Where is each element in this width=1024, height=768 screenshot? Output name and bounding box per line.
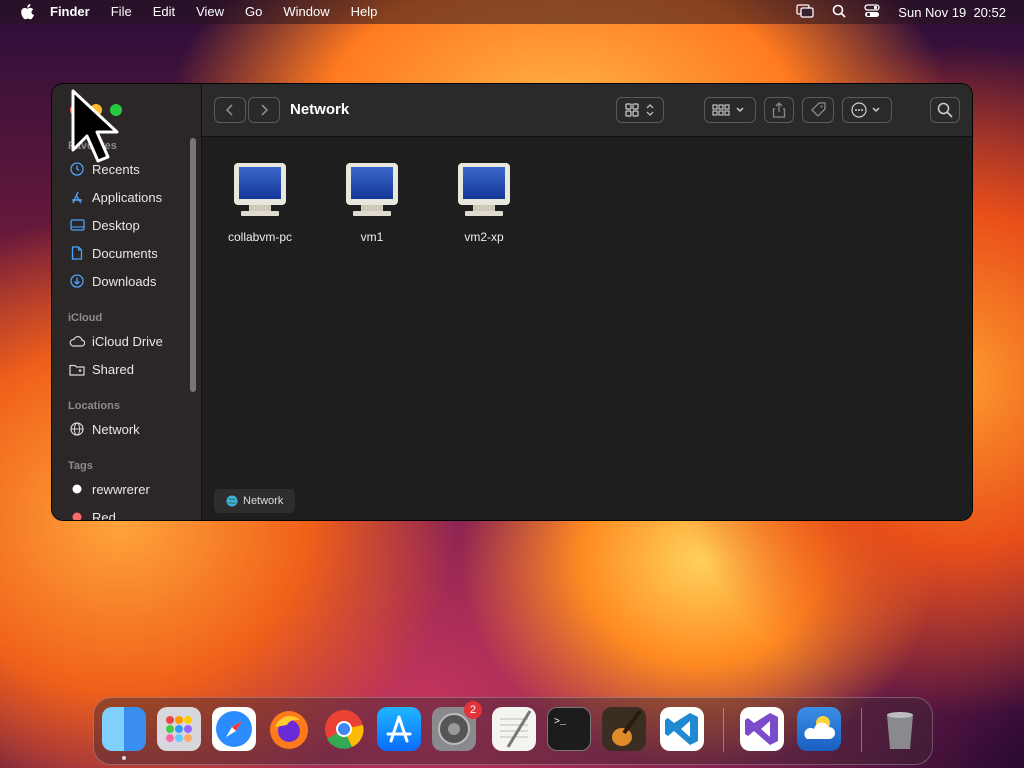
locations-header: Locations xyxy=(68,400,120,412)
sidebar-item-label: Desktop xyxy=(92,217,140,233)
menu-edit[interactable]: Edit xyxy=(153,0,175,24)
running-indicator xyxy=(122,756,126,760)
share-button[interactable] xyxy=(764,97,794,123)
notification-badge: 2 xyxy=(464,701,482,719)
view-mode-button[interactable] xyxy=(616,97,664,123)
globe-icon xyxy=(226,495,238,507)
sidebar-item-label: rewwrerer xyxy=(92,481,150,497)
sidebar-item-desktop[interactable]: Desktop xyxy=(68,214,140,236)
menu-help[interactable]: Help xyxy=(351,0,378,24)
sidebar-item-label: Applications xyxy=(92,189,163,205)
tag-button[interactable] xyxy=(802,97,834,123)
tag-icon xyxy=(811,102,826,117)
menu-view[interactable]: View xyxy=(196,0,224,24)
ellipsis-circle-icon xyxy=(851,102,880,118)
menu-file[interactable]: File xyxy=(111,0,132,24)
menu-app-name[interactable]: Finder xyxy=(50,0,90,24)
svg-text:>_: >_ xyxy=(554,717,567,728)
control-center-icon[interactable] xyxy=(864,3,880,21)
apple-menu-icon[interactable] xyxy=(20,4,36,20)
sidebar-item-icloud-drive[interactable]: iCloud Drive xyxy=(68,330,163,352)
dock-launchpad-icon[interactable] xyxy=(157,707,201,751)
document-icon xyxy=(68,245,86,261)
sidebar-item-label: Red xyxy=(92,509,116,521)
cloud-icon xyxy=(68,333,86,349)
forward-button[interactable] xyxy=(248,97,280,123)
sidebar-item-downloads[interactable]: Downloads xyxy=(68,270,156,292)
sidebar-scrollbar[interactable] xyxy=(190,138,196,392)
tag-dot-icon xyxy=(68,509,86,520)
sidebar-item-tag-red[interactable]: Red xyxy=(68,506,116,520)
globe-icon xyxy=(68,421,86,437)
share-icon xyxy=(772,102,786,118)
search-icon xyxy=(937,102,953,118)
search-button[interactable] xyxy=(930,97,960,123)
sidebar-item-label: Network xyxy=(92,421,140,437)
icloud-header: iCloud xyxy=(68,312,103,324)
sidebar-item-label: Downloads xyxy=(92,273,157,289)
desktop-icon xyxy=(68,217,86,233)
dock-firefox-icon[interactable] xyxy=(267,707,311,751)
computer-icon xyxy=(458,163,510,216)
download-icon xyxy=(68,273,86,289)
shared-folder-icon xyxy=(68,361,86,377)
dock-chrome-icon[interactable] xyxy=(322,707,366,751)
dock-trash-icon[interactable] xyxy=(878,707,922,751)
menu-go[interactable]: Go xyxy=(245,0,262,24)
dock-terminal-icon[interactable]: >_ xyxy=(547,707,591,751)
menu-window[interactable]: Window xyxy=(283,0,329,24)
file-item-vm1[interactable]: vm1 xyxy=(322,161,422,244)
sidebar-item-documents[interactable]: Documents xyxy=(68,242,158,264)
dock-safari-icon[interactable] xyxy=(212,707,256,751)
computer-icon xyxy=(234,163,286,216)
dock-vscode-icon[interactable] xyxy=(660,707,704,751)
sidebar-item-tag-rewwrerer[interactable]: rewwrerer xyxy=(68,478,150,500)
finder-window: Favorites Recents Applications Desktop D… xyxy=(52,84,972,520)
dock-separator xyxy=(723,708,724,752)
dock-weather-icon[interactable] xyxy=(797,707,841,751)
path-bar[interactable]: Network xyxy=(214,489,296,513)
mouse-cursor-icon xyxy=(70,88,122,171)
sidebar-item-label: iCloud Drive xyxy=(92,333,163,349)
menu-bar: Finder File Edit View Go Window Help Sun… xyxy=(0,0,1024,24)
dock-system-settings-icon[interactable]: 2 xyxy=(432,701,482,751)
dock-garageband-icon[interactable] xyxy=(602,707,646,751)
chevron-left-icon xyxy=(225,104,233,116)
icon-view-icon xyxy=(625,103,654,117)
dock-app-store-icon[interactable] xyxy=(377,707,421,751)
sidebar-item-applications[interactable]: Applications xyxy=(68,186,162,208)
file-name: vm1 xyxy=(360,230,384,244)
more-actions-button[interactable] xyxy=(842,97,892,123)
window-title: Network xyxy=(290,101,350,118)
tag-dot-icon xyxy=(68,481,86,497)
file-name: collabvm-pc xyxy=(227,230,293,244)
toolbar: Network xyxy=(202,84,972,137)
dock-finder-icon[interactable] xyxy=(102,707,146,751)
dock-textedit-icon[interactable] xyxy=(492,707,536,751)
sidebar-item-shared[interactable]: Shared xyxy=(68,358,134,380)
file-browser: collabvm-pc vm1 vm2-xp Network xyxy=(202,137,972,520)
search-icon[interactable] xyxy=(832,4,846,21)
path-bar-label: Network xyxy=(243,495,284,507)
chevron-right-icon xyxy=(261,104,269,116)
sidebar-item-network[interactable]: Network xyxy=(68,418,140,440)
clock-datetime[interactable]: Sun Nov 19 20:52 xyxy=(898,5,1006,20)
tags-header: Tags xyxy=(68,460,93,472)
dock-visual-studio-icon[interactable] xyxy=(740,707,784,751)
file-item-collabvm-pc[interactable]: collabvm-pc xyxy=(210,161,310,244)
dock-separator xyxy=(861,708,862,752)
sidebar-item-label: Documents xyxy=(92,245,158,261)
sidebar-item-label: Shared xyxy=(92,361,134,377)
file-item-vm2-xp[interactable]: vm2-xp xyxy=(434,161,534,244)
group-button[interactable] xyxy=(704,97,756,123)
computer-icon xyxy=(346,163,398,216)
grid-group-icon xyxy=(712,104,744,116)
screen-mirroring-icon[interactable] xyxy=(796,3,814,21)
dock: 2 >_ xyxy=(93,697,933,765)
back-button[interactable] xyxy=(214,97,246,123)
file-name: vm2-xp xyxy=(464,230,504,244)
applications-icon xyxy=(68,189,86,205)
